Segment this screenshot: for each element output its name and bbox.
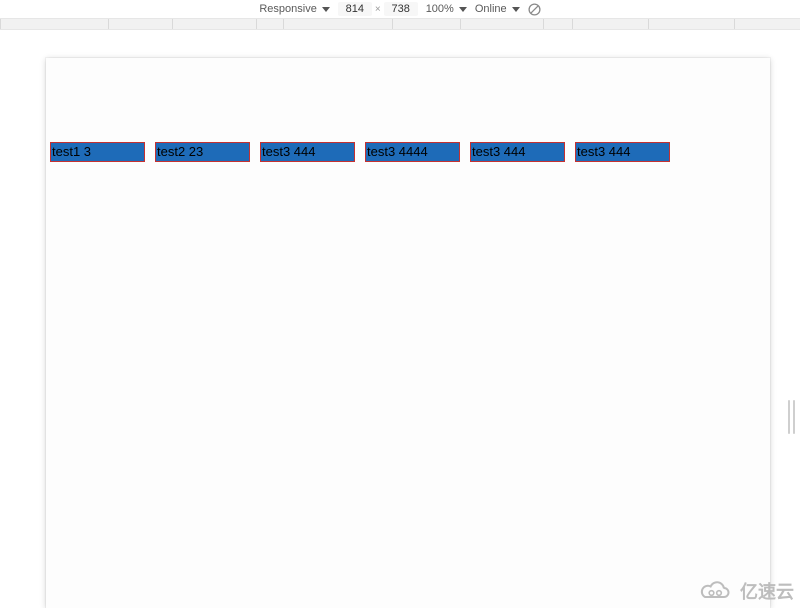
zoom-label: 100%	[426, 3, 454, 15]
network-selector[interactable]: Online	[475, 3, 520, 15]
network-label: Online	[475, 3, 507, 15]
box-item: test3 444	[470, 142, 565, 162]
ruler-tick	[283, 19, 284, 29]
box-item: test2 23	[155, 142, 250, 162]
box-item: test3 4444	[365, 142, 460, 162]
ruler-tick	[108, 19, 109, 29]
ruler-tick	[0, 19, 1, 29]
devtools-toolbar: Responsive × 100% Online	[0, 0, 800, 18]
box-item: test3 444	[260, 142, 355, 162]
ruler-tick	[460, 19, 461, 29]
device-label: Responsive	[259, 3, 316, 15]
zoom-selector[interactable]: 100%	[426, 3, 467, 15]
ruler-tick	[734, 19, 735, 29]
width-input[interactable]	[338, 2, 372, 16]
box-item: test1 3	[50, 142, 145, 162]
caret-down-icon	[512, 7, 520, 12]
resize-handle[interactable]	[786, 400, 796, 434]
caret-down-icon	[459, 7, 467, 12]
breakpoint-ruler[interactable]	[0, 18, 800, 30]
ruler-tick	[648, 19, 649, 29]
dimension-separator: ×	[375, 4, 381, 15]
ruler-tick	[392, 19, 393, 29]
viewport-stage: test1 3 test2 23 test3 444 test3 4444 te…	[0, 30, 800, 608]
device-selector[interactable]: Responsive	[259, 3, 329, 15]
flex-row: test1 3 test2 23 test3 444 test3 4444 te…	[50, 142, 670, 162]
ruler-tick	[543, 19, 544, 29]
device-frame: test1 3 test2 23 test3 444 test3 4444 te…	[46, 58, 770, 608]
height-input[interactable]	[384, 2, 418, 16]
ruler-tick	[256, 19, 257, 29]
box-item: test3 444	[575, 142, 670, 162]
ruler-tick	[172, 19, 173, 29]
dimensions: ×	[338, 2, 418, 16]
ruler-tick	[572, 19, 573, 29]
no-throttling-icon[interactable]	[528, 3, 541, 16]
caret-down-icon	[322, 7, 330, 12]
